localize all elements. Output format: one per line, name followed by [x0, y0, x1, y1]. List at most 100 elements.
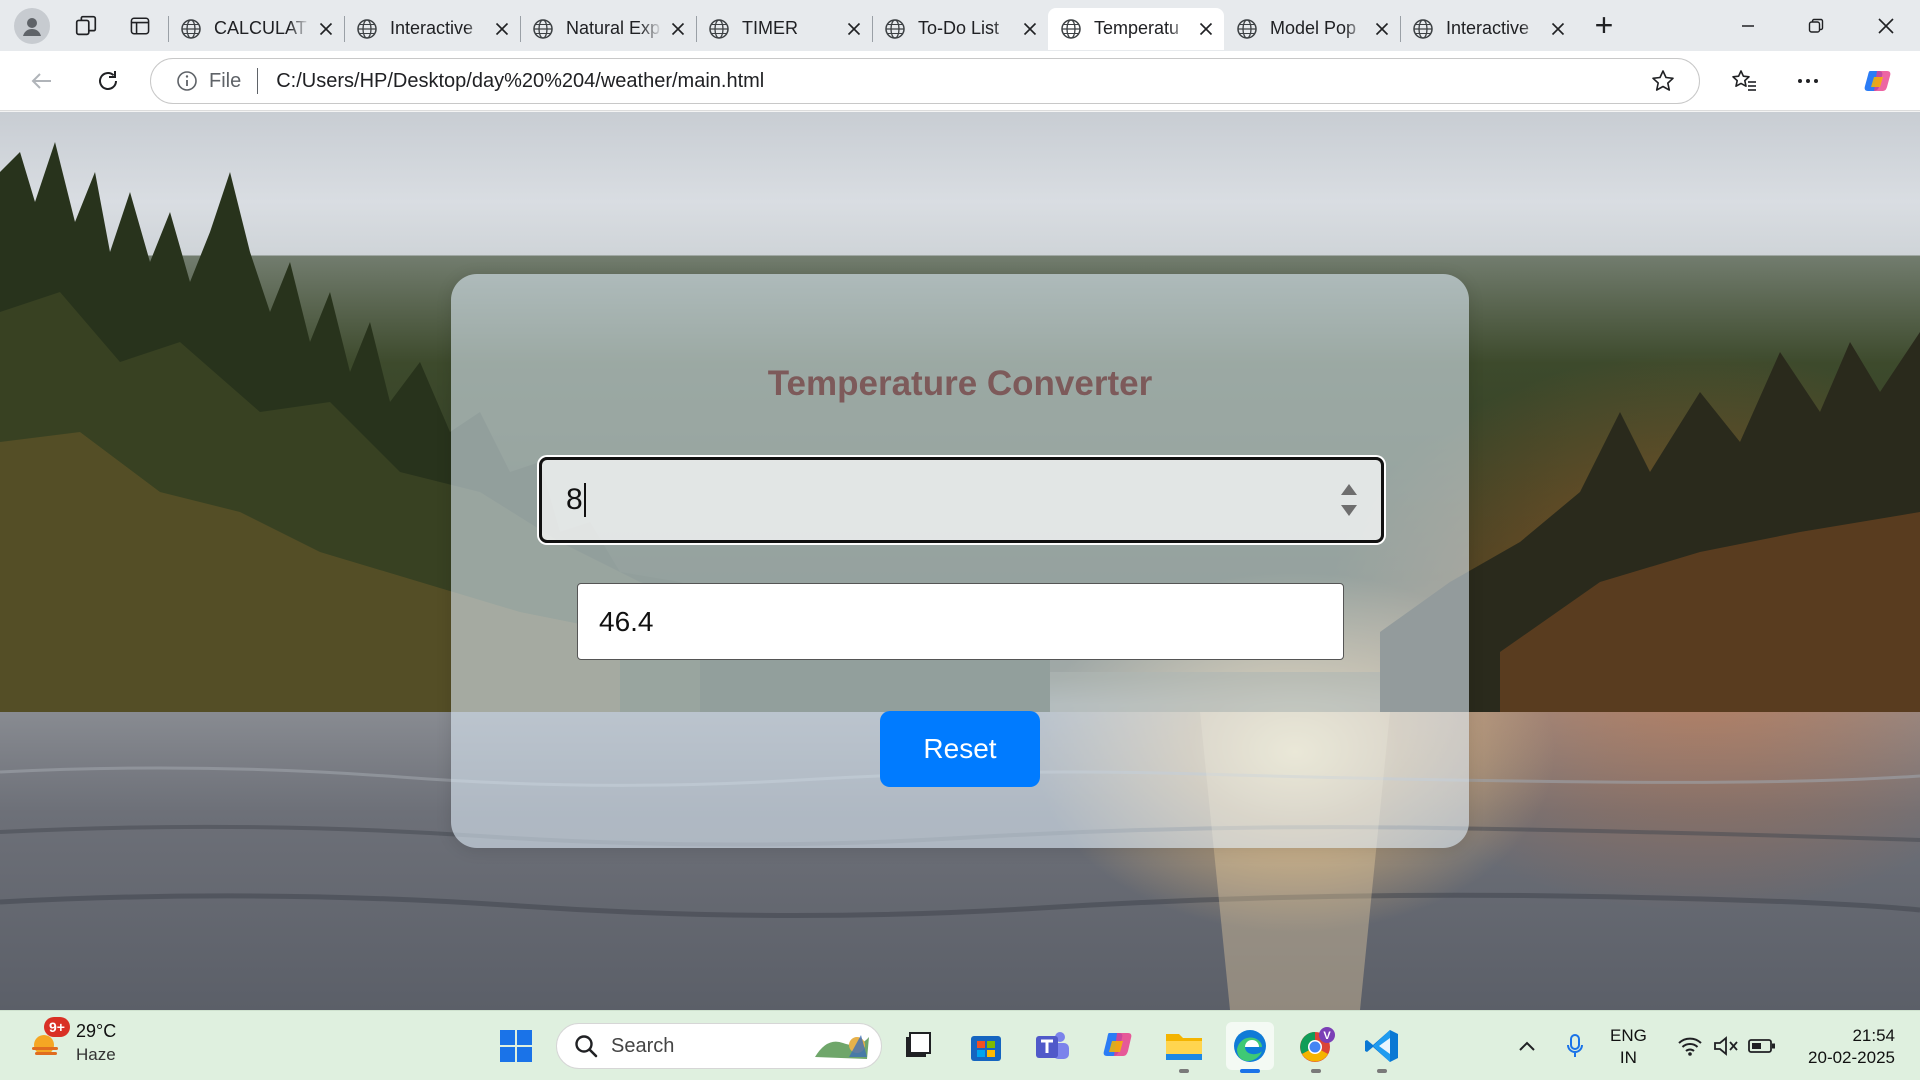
- system-clock[interactable]: 21:54 20-02-2025: [1795, 1025, 1895, 1069]
- chrome-icon[interactable]: V: [1292, 1022, 1340, 1073]
- tab-separator: [168, 15, 169, 42]
- running-indicator: [1377, 1069, 1387, 1073]
- reset-button[interactable]: Reset: [880, 711, 1040, 787]
- globe-icon: [532, 18, 554, 40]
- tab-separator: [520, 15, 521, 42]
- close-tab-icon[interactable]: [1372, 19, 1392, 39]
- taskbar: 9+ 29°C Haze Search V ENG IN 21:54 20-02…: [0, 1010, 1920, 1080]
- back-button[interactable]: [24, 63, 60, 99]
- address-bar[interactable]: File C:/Users/HP/Desktop/day%20%204/weat…: [150, 58, 1700, 104]
- browser-tab[interactable]: Interactive: [344, 8, 520, 50]
- page-title: Temperature Converter: [767, 364, 1153, 403]
- battery-icon[interactable]: [1746, 1011, 1778, 1080]
- close-tab-icon[interactable]: [316, 19, 336, 39]
- active-app-indicator: [1240, 1069, 1260, 1073]
- search-highlight-icon: [815, 1035, 869, 1059]
- browser-tab[interactable]: To-Do List: [872, 8, 1048, 50]
- show-hidden-icons-chevron-up-icon[interactable]: [1512, 1011, 1542, 1080]
- more-menu-icon[interactable]: [1790, 63, 1826, 99]
- tab-title: Temperatu: [1094, 18, 1180, 38]
- tab-title: To-Do List: [918, 18, 1000, 38]
- wifi-icon[interactable]: [1674, 1011, 1706, 1080]
- tab-separator: [696, 15, 697, 42]
- vscode-icon[interactable]: [1358, 1022, 1406, 1073]
- close-tab-icon[interactable]: [1196, 19, 1216, 39]
- browser-tab[interactable]: Temperatu: [1048, 7, 1224, 50]
- celsius-input[interactable]: 8: [539, 457, 1384, 543]
- tab-title: CALCULAT: [214, 18, 307, 38]
- close-window-button[interactable]: [1852, 0, 1920, 51]
- text-caret: [583, 483, 586, 517]
- taskbar-search-box[interactable]: Search: [556, 1023, 882, 1069]
- file-scheme-label: File: [209, 69, 242, 92]
- clock-time: 21:54: [1852, 1026, 1895, 1045]
- globe-icon: [356, 18, 378, 40]
- tab-title: Model Pop: [1270, 18, 1357, 38]
- tab-title: Interactive: [390, 18, 474, 38]
- tab-separator: [872, 15, 873, 42]
- copilot-icon[interactable]: [1860, 63, 1896, 99]
- fahrenheit-output[interactable]: 46.4: [577, 583, 1344, 660]
- converter-card: Temperature Converter 8 46.4 Reset: [451, 274, 1469, 848]
- running-indicator: [1311, 1069, 1321, 1073]
- site-info-icon[interactable]: [175, 69, 199, 93]
- search-icon: [575, 1035, 598, 1058]
- language-code: ENG: [1610, 1026, 1647, 1045]
- globe-icon: [1412, 18, 1434, 40]
- microsoft-store-icon[interactable]: [962, 1022, 1010, 1070]
- profile-avatar-icon[interactable]: [14, 7, 50, 44]
- globe-icon: [1060, 18, 1082, 40]
- close-tab-icon[interactable]: [844, 19, 864, 39]
- teams-icon[interactable]: [1028, 1022, 1076, 1070]
- url-text[interactable]: C:/Users/HP/Desktop/day%20%204/weather/m…: [276, 70, 1649, 93]
- haze-weather-icon: 9+: [26, 1017, 70, 1063]
- favorite-star-icon[interactable]: [1649, 67, 1677, 95]
- globe-icon: [1236, 18, 1258, 40]
- new-tab-button[interactable]: +: [1584, 6, 1624, 46]
- tab-title: Interactive: [1446, 18, 1530, 38]
- browser-tab[interactable]: Interactive: [1400, 8, 1576, 50]
- tab-title: TIMER: [742, 18, 798, 38]
- spin-down-icon[interactable]: [1341, 505, 1357, 516]
- browser-tab[interactable]: TIMER: [696, 8, 872, 50]
- search-label: Search: [611, 1034, 675, 1057]
- close-tab-icon[interactable]: [492, 19, 512, 39]
- spin-up-icon[interactable]: [1341, 484, 1357, 495]
- workspaces-icon[interactable]: [72, 12, 100, 40]
- edge-icon[interactable]: [1226, 1022, 1274, 1073]
- region-code: IN: [1619, 1048, 1637, 1067]
- microphone-icon[interactable]: [1560, 1011, 1590, 1080]
- refresh-button[interactable]: [90, 63, 126, 99]
- globe-icon: [180, 18, 202, 40]
- restore-button[interactable]: [1782, 0, 1850, 51]
- fahrenheit-value: 46.4: [599, 605, 654, 637]
- browser-tab[interactable]: Model Pop: [1224, 8, 1400, 50]
- start-icon[interactable]: [492, 1022, 540, 1070]
- favorites-icon[interactable]: [1726, 63, 1762, 99]
- tab-title: Natural Exp: [566, 18, 661, 38]
- volume-muted-icon[interactable]: [1710, 1011, 1742, 1080]
- tab-strip: CALCULAT Interactive Natural Exp TIMER To-Do…: [0, 0, 1920, 51]
- copilot-app-icon[interactable]: [1094, 1022, 1142, 1070]
- tab-separator: [1400, 15, 1401, 42]
- number-spinner[interactable]: [1341, 484, 1357, 516]
- page-viewport: Temperature Converter 8 46.4 Reset: [0, 112, 1920, 1010]
- browser-tab[interactable]: CALCULAT: [168, 8, 344, 50]
- weather-condition: Haze: [76, 1045, 116, 1064]
- weather-widget[interactable]: 9+ 29°C Haze: [26, 1017, 117, 1067]
- browser-tab[interactable]: Natural Exp: [520, 8, 696, 50]
- minimize-button[interactable]: [1714, 0, 1782, 51]
- language-indicator[interactable]: ENG IN: [1610, 1025, 1647, 1069]
- svg-text:V: V: [1323, 1030, 1331, 1042]
- tab-separator: [344, 15, 345, 42]
- running-indicator: [1179, 1069, 1189, 1073]
- task-view-icon[interactable]: [893, 1022, 941, 1070]
- weather-temperature: 29°C: [76, 1021, 117, 1041]
- globe-icon: [884, 18, 906, 40]
- file-explorer-icon[interactable]: [1160, 1022, 1208, 1073]
- tab-actions-icon[interactable]: [126, 12, 154, 40]
- celsius-value: 8: [566, 483, 583, 516]
- close-tab-icon[interactable]: [1548, 19, 1568, 39]
- close-tab-icon[interactable]: [668, 19, 688, 39]
- close-tab-icon[interactable]: [1020, 19, 1040, 39]
